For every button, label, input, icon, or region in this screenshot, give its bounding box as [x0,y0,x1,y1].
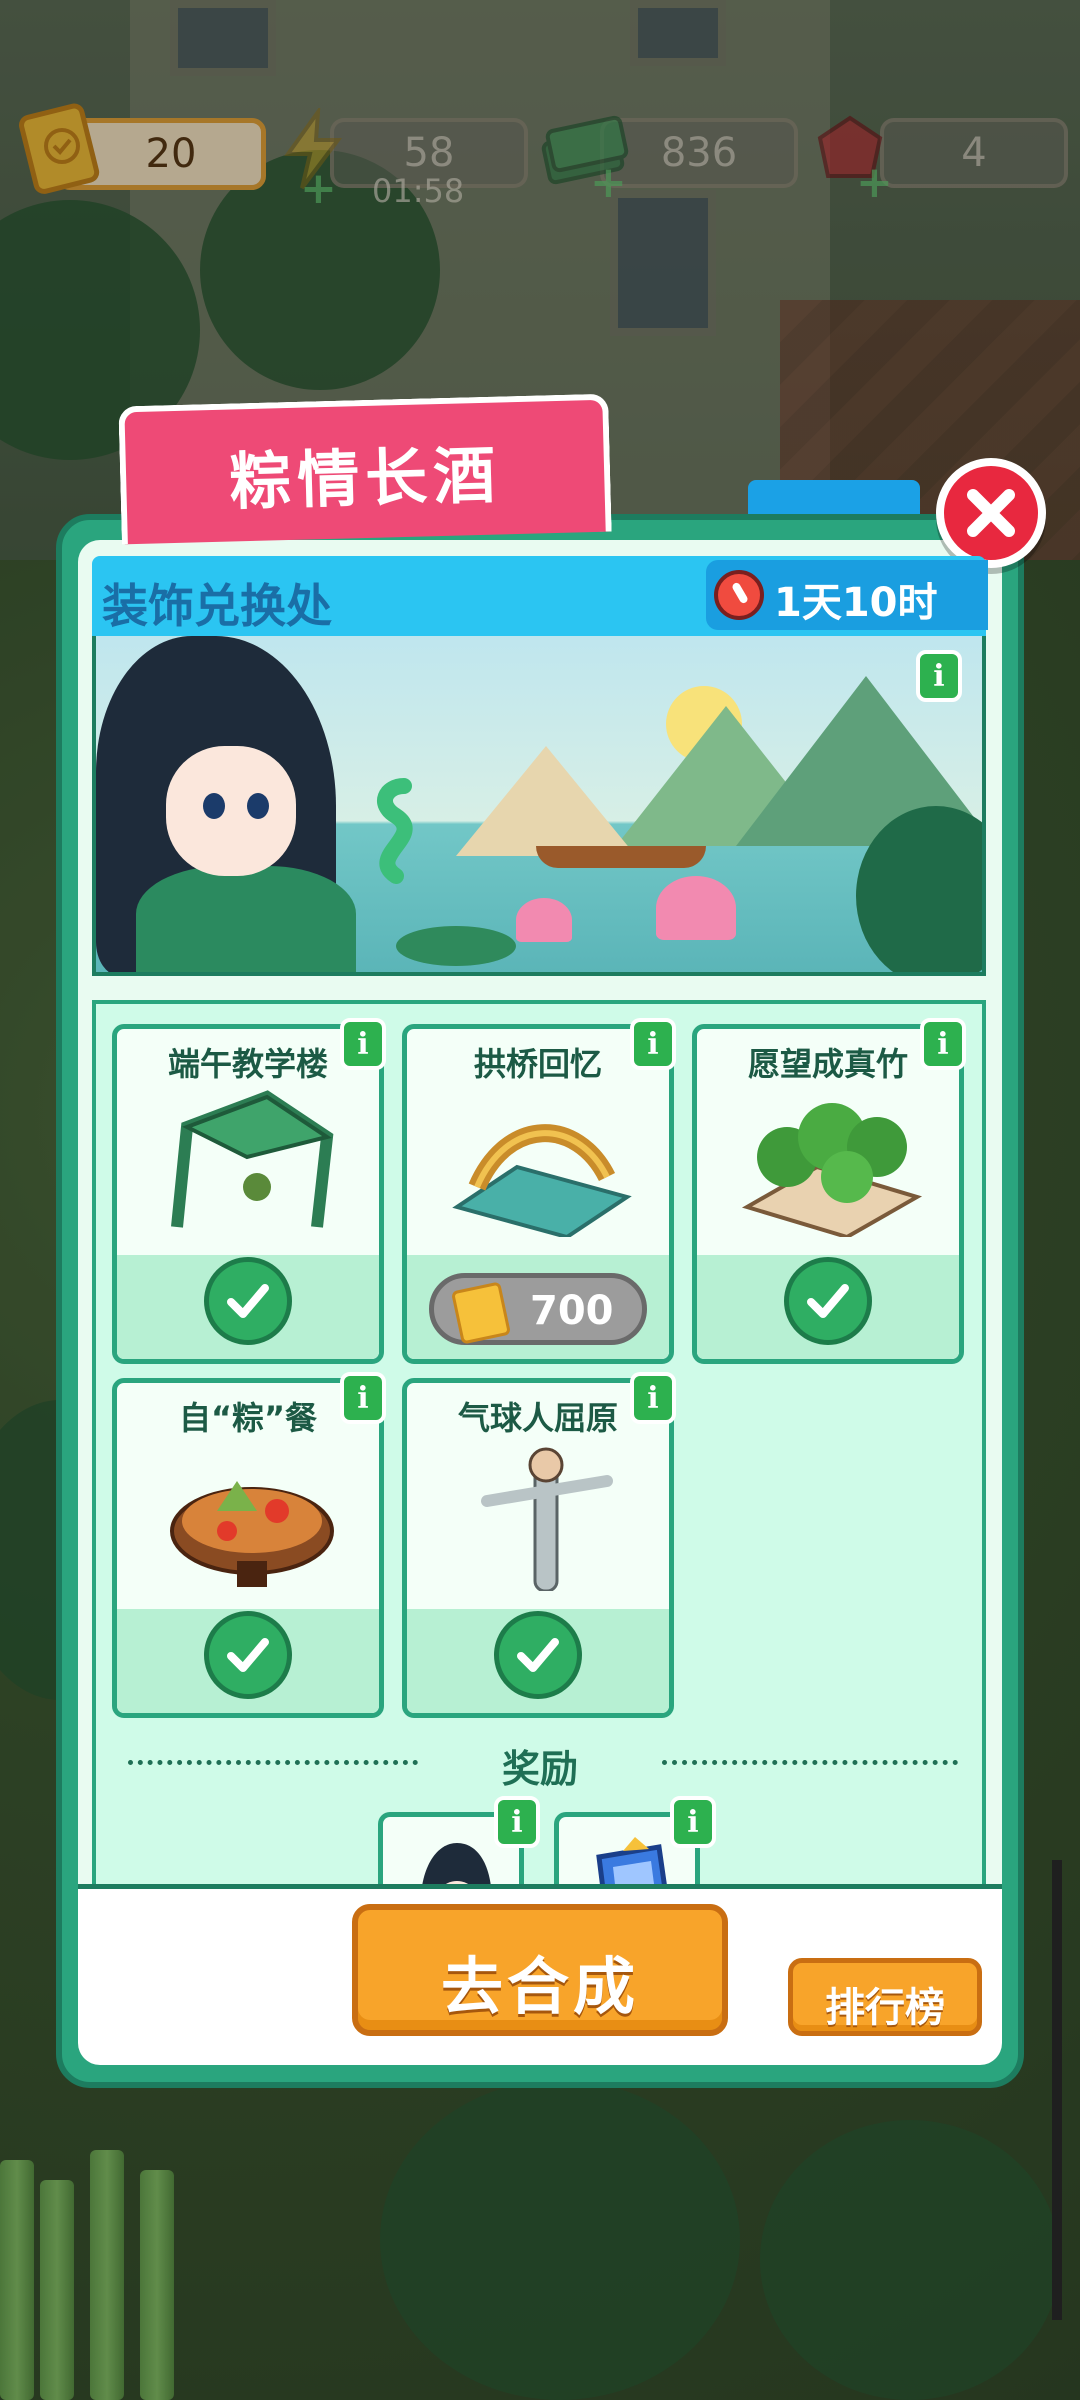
checkmark-icon [807,1284,849,1318]
divider [662,1760,958,1765]
rewards-title: 奖励 [501,1747,578,1791]
go-merge-button[interactable]: 去合成 [352,1904,728,2036]
event-banner-art [92,636,986,976]
countdown-text: 1天10时 [774,580,938,626]
leaderboard-button[interactable]: 排行榜 [788,1958,982,2036]
section-label: 装饰兑换处 [102,579,332,633]
zongzi-table-icon [170,1481,334,1587]
item-info-icon[interactable]: i [920,1018,966,1070]
buy-price-button[interactable]: 700 [429,1273,647,1345]
clock-icon [714,570,764,620]
event-countdown: 1天10时 [706,560,988,630]
event-title-banner: 粽情长酒 [118,393,612,545]
reward-info-icon[interactable]: i [670,1796,716,1848]
snake-icon [377,778,413,884]
item-card[interactable]: 愿望成真竹 [692,1024,964,1364]
owned-check [204,1257,292,1345]
tent-arch-icon [171,1090,334,1228]
owned-check [494,1611,582,1699]
item-info-icon[interactable]: i [340,1018,386,1070]
banner-info-icon[interactable]: i [916,650,962,702]
item-info-icon[interactable]: i [630,1372,676,1424]
price-value: 700 [530,1288,614,1334]
ticket-icon [450,1281,512,1345]
item-info-icon[interactable]: i [630,1018,676,1070]
owned-check [784,1257,872,1345]
item-card[interactable]: 自“粽”餐 [112,1378,384,1718]
balloon-man-icon [481,1447,613,1591]
checkmark-icon [227,1638,269,1672]
bridge-icon [452,1124,632,1237]
item-info-icon[interactable]: i [340,1372,386,1424]
lotus-icon [656,876,736,940]
lily-pad-icon [396,926,516,966]
close-icon [967,489,1015,537]
bamboo-planter-icon [741,1103,923,1237]
item-card[interactable]: 拱桥回忆 700 [402,1024,674,1364]
owned-check [204,1611,292,1699]
character-robe [136,866,356,972]
event-title: 粽情长酒 [228,438,503,519]
reward-info-icon[interactable]: i [494,1796,540,1848]
item-card[interactable]: 端午教学楼 [112,1024,384,1364]
checkmark-icon [517,1638,559,1672]
item-card[interactable]: 气球人屈原 [402,1378,674,1718]
leaderboard-label: 排行榜 [825,1985,945,2031]
zongzi-mountain-icon [456,746,636,856]
character-eyes [203,793,269,819]
close-button[interactable] [936,458,1046,568]
boat-icon [536,846,706,868]
lotus-icon [516,898,572,942]
checkmark-icon [227,1284,269,1318]
go-merge-label: 去合成 [440,1950,639,2023]
